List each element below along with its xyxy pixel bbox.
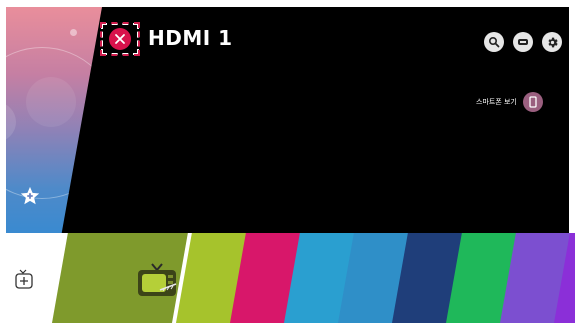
tv-icon [138,263,177,296]
gear-icon [547,37,558,47]
search-button[interactable] [484,32,504,52]
close-button[interactable] [100,22,140,56]
search-icon [488,36,500,48]
star-icon[interactable] [19,185,41,207]
smartphone-view-label: 스마트폰 보기 [476,98,517,106]
hero-banner[interactable] [6,7,102,233]
decor-dot [70,29,77,36]
add-input-icon [15,269,33,289]
decor-circle [26,77,76,127]
main-panel: HDMI 1 스마트폰 보기 [6,7,569,233]
settings-button[interactable] [542,32,562,52]
input-button[interactable] [513,32,533,52]
page-title: HDMI 1 [148,26,233,50]
add-input-button[interactable] [0,233,48,325]
input-icon [518,39,528,45]
phone-icon [529,96,537,108]
launcher-bar [0,233,575,325]
app-list [48,233,575,323]
smartphone-view[interactable]: 스마트폰 보기 [476,92,543,112]
close-icon [109,28,131,50]
tv-home-screen: HDMI 1 스마트폰 보기 [0,0,575,325]
smartphone-button[interactable] [522,92,543,112]
